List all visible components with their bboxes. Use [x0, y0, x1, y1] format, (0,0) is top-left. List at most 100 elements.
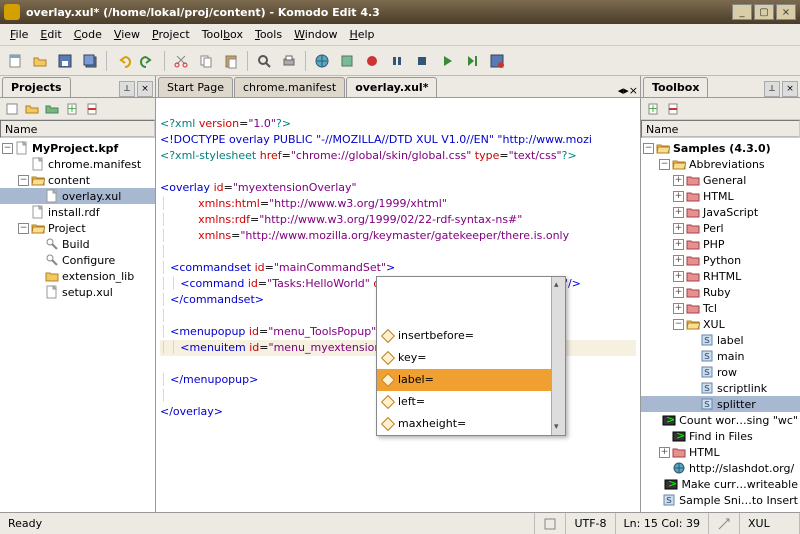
maximize-button[interactable]: ▢ — [754, 4, 774, 20]
cut-button[interactable] — [170, 50, 192, 72]
macro-record-button[interactable] — [361, 50, 383, 72]
find-button[interactable] — [253, 50, 275, 72]
tree-item[interactable]: sSample Sni…to Insert — [641, 492, 800, 508]
paste-button[interactable] — [220, 50, 242, 72]
tree-item[interactable]: +Tcl — [641, 300, 800, 316]
editor-tab[interactable]: Start Page — [158, 77, 233, 97]
tree-item[interactable]: >Make curr…writeable — [641, 476, 800, 492]
menu-code[interactable]: Code — [68, 26, 108, 43]
menu-tools[interactable]: Tools — [249, 26, 288, 43]
tree-item[interactable]: ssplitter — [641, 396, 800, 412]
tree-item[interactable]: srow — [641, 364, 800, 380]
print-button[interactable] — [278, 50, 300, 72]
tree-item[interactable]: overlay.xul — [0, 188, 155, 204]
new-file-button[interactable] — [4, 50, 26, 72]
close-button[interactable]: × — [776, 4, 796, 20]
project-open-icon[interactable] — [23, 100, 41, 118]
autocomplete-item[interactable]: key= — [377, 347, 565, 369]
panel-options-button[interactable]: ⟂ — [119, 81, 135, 97]
menu-edit[interactable]: Edit — [34, 26, 67, 43]
tree-item[interactable]: sscriptlink — [641, 380, 800, 396]
tab-close-button[interactable]: × — [629, 84, 638, 97]
menu-file[interactable]: File — [4, 26, 34, 43]
projects-tree[interactable]: −MyProject.kpfchrome.manifest−contentove… — [0, 138, 155, 512]
tree-item[interactable]: −content — [0, 172, 155, 188]
panel-close-button[interactable]: × — [137, 81, 153, 97]
menu-toolbox[interactable]: Toolbox — [196, 26, 249, 43]
macro-play-button[interactable] — [436, 50, 458, 72]
autocomplete-item[interactable]: maxheight= — [377, 413, 565, 435]
save-button[interactable] — [54, 50, 76, 72]
status-language[interactable]: XUL — [740, 513, 800, 534]
project-add-file-icon[interactable]: + — [63, 100, 81, 118]
toolbox-column-header[interactable]: Name — [641, 120, 800, 138]
svg-text:s: s — [704, 397, 710, 410]
svg-text:s: s — [666, 493, 672, 506]
tree-item[interactable]: smain — [641, 348, 800, 364]
projects-column-header[interactable]: Name — [0, 120, 155, 138]
minimize-button[interactable]: _ — [732, 4, 752, 20]
tree-item[interactable]: −Project — [0, 220, 155, 236]
tree-root[interactable]: −Samples (4.3.0) — [641, 140, 800, 156]
tool-button-1[interactable] — [336, 50, 358, 72]
editor-tab[interactable]: chrome.manifest — [234, 77, 345, 97]
tree-item[interactable]: >Find in Files — [641, 428, 800, 444]
tree-item[interactable]: −Abbreviations — [641, 156, 800, 172]
tree-item[interactable]: +Python — [641, 252, 800, 268]
menu-project[interactable]: Project — [146, 26, 196, 43]
tree-item[interactable]: −XUL — [641, 316, 800, 332]
project-add-folder-icon[interactable] — [43, 100, 61, 118]
tree-item[interactable]: Configure — [0, 252, 155, 268]
autocomplete-item[interactable]: insertbefore= — [377, 325, 565, 347]
autocomplete-item[interactable]: left= — [377, 391, 565, 413]
redo-button[interactable] — [137, 50, 159, 72]
toolbox-tree[interactable]: −Samples (4.3.0)−Abbreviations+General+H… — [641, 138, 800, 512]
panel-options-button-right[interactable]: ⟂ — [764, 81, 780, 97]
macro-save-button[interactable] — [486, 50, 508, 72]
toolbox-tab[interactable]: Toolbox — [643, 77, 708, 97]
status-position[interactable]: Ln: 15 Col: 39 — [616, 513, 709, 534]
tree-root[interactable]: −MyProject.kpf — [0, 140, 155, 156]
open-file-button[interactable] — [29, 50, 51, 72]
status-icon-1[interactable] — [535, 513, 566, 534]
tree-item[interactable]: slabel — [641, 332, 800, 348]
macro-pause-button[interactable] — [386, 50, 408, 72]
project-remove-icon[interactable] — [83, 100, 101, 118]
editor-tab[interactable]: overlay.xul* — [346, 77, 437, 97]
macro-play-last-button[interactable] — [461, 50, 483, 72]
undo-button[interactable] — [112, 50, 134, 72]
autocomplete-item[interactable]: label= — [377, 369, 565, 391]
tree-item[interactable]: +JavaScript — [641, 204, 800, 220]
toolbox-add-icon[interactable]: + — [644, 100, 662, 118]
menu-window[interactable]: Window — [288, 26, 343, 43]
autocomplete-scrollbar[interactable] — [551, 277, 565, 435]
tree-item[interactable]: +RHTML — [641, 268, 800, 284]
tree-item[interactable]: +General — [641, 172, 800, 188]
project-new-icon[interactable] — [3, 100, 21, 118]
tree-item[interactable]: chrome.manifest — [0, 156, 155, 172]
preview-button[interactable] — [311, 50, 333, 72]
tree-item[interactable]: extension_lib — [0, 268, 155, 284]
panel-close-button-right[interactable]: × — [782, 81, 798, 97]
autocomplete-popup[interactable]: insertbefore=key=label=left=maxheight= — [376, 276, 566, 436]
tree-item[interactable]: +Ruby — [641, 284, 800, 300]
copy-button[interactable] — [195, 50, 217, 72]
toolbox-remove-icon[interactable] — [664, 100, 682, 118]
tree-item[interactable]: http://slashdot.org/ — [641, 460, 800, 476]
tree-item[interactable]: +PHP — [641, 236, 800, 252]
projects-tab[interactable]: Projects — [2, 77, 71, 97]
menu-help[interactable]: Help — [343, 26, 380, 43]
tree-item[interactable]: setup.xul — [0, 284, 155, 300]
tree-item[interactable]: >Count wor…sing "wc" — [641, 412, 800, 428]
macro-stop-button[interactable] — [411, 50, 433, 72]
tree-item[interactable]: +Perl — [641, 220, 800, 236]
tree-item[interactable]: Build — [0, 236, 155, 252]
code-editor[interactable]: <?xml version="1.0"?> <!DOCTYPE overlay … — [156, 98, 640, 512]
status-icon-2[interactable] — [709, 513, 740, 534]
tree-item[interactable]: +HTML — [641, 444, 800, 460]
menu-view[interactable]: View — [108, 26, 146, 43]
tree-item[interactable]: install.rdf — [0, 204, 155, 220]
save-all-button[interactable] — [79, 50, 101, 72]
tree-item[interactable]: +HTML — [641, 188, 800, 204]
status-encoding[interactable]: UTF-8 — [566, 513, 615, 534]
